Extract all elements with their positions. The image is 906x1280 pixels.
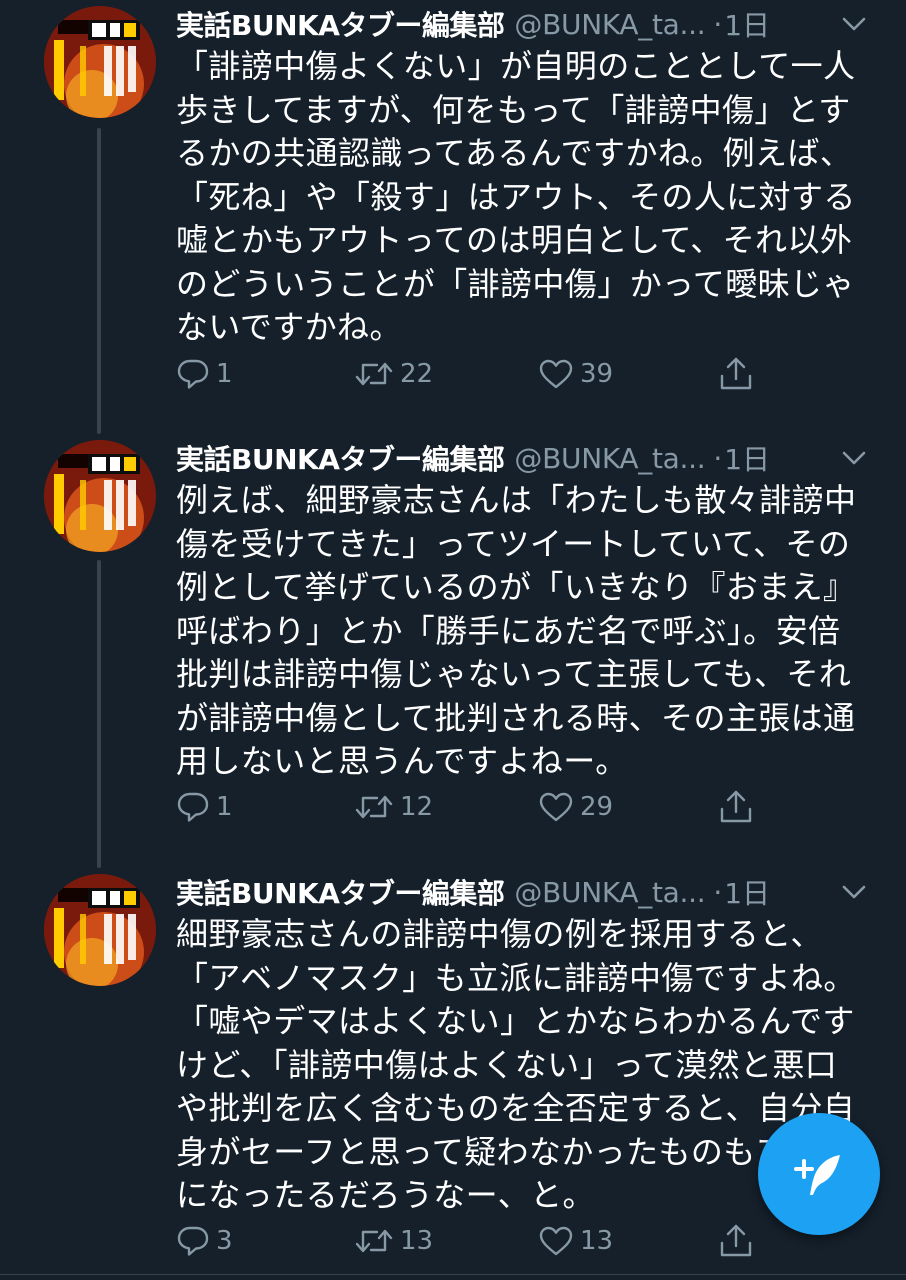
like-count: 39	[580, 359, 614, 389]
retweet-button[interactable]: 13	[354, 1221, 433, 1261]
like-count: 29	[580, 792, 614, 822]
tweet-text: 「誹謗中傷よくない」が自明のこととして一人歩きしてますが、何をもって「誹謗中傷」…	[176, 47, 856, 346]
share-icon	[720, 1224, 752, 1257]
retweet-icon	[355, 362, 393, 386]
thread-line	[97, 560, 101, 868]
tweet-actions: 1 22 39	[176, 354, 776, 394]
share-icon	[720, 790, 752, 823]
reply-icon	[177, 792, 209, 822]
tweet[interactable]: 実話BUNKAタブー編集部 @BUNKA_ta... · 1日 例えば、細野豪志…	[0, 434, 906, 868]
divider	[0, 1274, 906, 1275]
retweet-count: 12	[400, 792, 434, 822]
tweet-text: 例えば、細野豪志さんは「わたしも散々誹謗中傷を受けてきた」ってツイートしていて、…	[176, 481, 857, 780]
like-button[interactable]: 13	[538, 1221, 613, 1261]
tweet-header: 実話BUNKAタブー編集部 @BUNKA_ta... · 1日	[176, 870, 866, 914]
tweet[interactable]: 実話BUNKAタブー編集部 @BUNKA_ta... · 1日 「誹謗中傷よくな…	[0, 0, 906, 434]
avatar[interactable]	[44, 440, 156, 552]
avatar[interactable]	[44, 6, 156, 118]
magazine-cover-avatar-icon	[44, 440, 156, 552]
share-icon	[720, 357, 752, 390]
reply-icon	[177, 1226, 209, 1256]
tweet-header: 実話BUNKAタブー編集部 @BUNKA_ta... · 1日	[176, 2, 866, 46]
retweet-button[interactable]: 22	[354, 354, 433, 394]
like-button[interactable]: 29	[538, 787, 613, 827]
heart-icon	[539, 792, 573, 822]
user-handle[interactable]: @BUNKA_ta...	[514, 442, 705, 475]
reply-icon	[177, 359, 209, 389]
reply-count: 1	[216, 792, 233, 822]
heart-icon	[539, 1226, 573, 1256]
chevron-down-icon[interactable]	[840, 14, 868, 34]
retweet-button[interactable]: 12	[354, 787, 433, 827]
share-button[interactable]	[719, 354, 753, 394]
reply-button[interactable]: 1	[176, 787, 233, 827]
share-button[interactable]	[719, 1221, 753, 1261]
tweet-actions: 3 13 13	[176, 1221, 776, 1261]
share-button[interactable]	[719, 787, 753, 827]
reply-button[interactable]: 1	[176, 354, 233, 394]
display-name[interactable]: 実話BUNKAタブー編集部	[176, 438, 505, 478]
chevron-down-icon[interactable]	[840, 882, 868, 902]
timestamp[interactable]: 1日	[724, 4, 770, 44]
heart-icon	[539, 359, 573, 389]
timeline: 実話BUNKAタブー編集部 @BUNKA_ta... · 1日 「誹謗中傷よくな…	[0, 0, 906, 1280]
display-name[interactable]: 実話BUNKAタブー編集部	[176, 4, 505, 44]
separator-dot: ·	[713, 441, 723, 475]
retweet-icon	[355, 1229, 393, 1253]
timestamp[interactable]: 1日	[724, 438, 770, 478]
thread-line	[97, 128, 101, 434]
user-handle[interactable]: @BUNKA_ta...	[514, 876, 705, 909]
timestamp[interactable]: 1日	[724, 872, 770, 912]
compose-tweet-icon	[794, 1155, 840, 1195]
reply-button[interactable]: 3	[176, 1221, 233, 1261]
like-button[interactable]: 39	[538, 354, 613, 394]
separator-dot: ·	[713, 7, 723, 41]
chevron-down-icon[interactable]	[840, 448, 868, 468]
display-name[interactable]: 実話BUNKAタブー編集部	[176, 872, 505, 912]
tweet-actions: 1 12 29	[176, 787, 776, 827]
user-handle[interactable]: @BUNKA_ta...	[514, 8, 705, 41]
avatar[interactable]	[44, 874, 156, 986]
retweet-count: 13	[400, 1226, 434, 1256]
tweet-header: 実話BUNKAタブー編集部 @BUNKA_ta... · 1日	[176, 436, 866, 480]
tweet[interactable]: 実話BUNKAタブー編集部 @BUNKA_ta... · 1日 細野豪志さんの誹…	[0, 868, 906, 1280]
separator-dot: ·	[713, 875, 723, 909]
reply-count: 1	[216, 359, 233, 389]
magazine-cover-avatar-icon	[44, 874, 156, 986]
like-count: 13	[580, 1226, 614, 1256]
retweet-count: 22	[400, 359, 434, 389]
compose-tweet-button[interactable]	[758, 1113, 880, 1235]
reply-count: 3	[216, 1226, 233, 1256]
magazine-cover-avatar-icon	[44, 6, 156, 118]
retweet-icon	[355, 795, 393, 819]
